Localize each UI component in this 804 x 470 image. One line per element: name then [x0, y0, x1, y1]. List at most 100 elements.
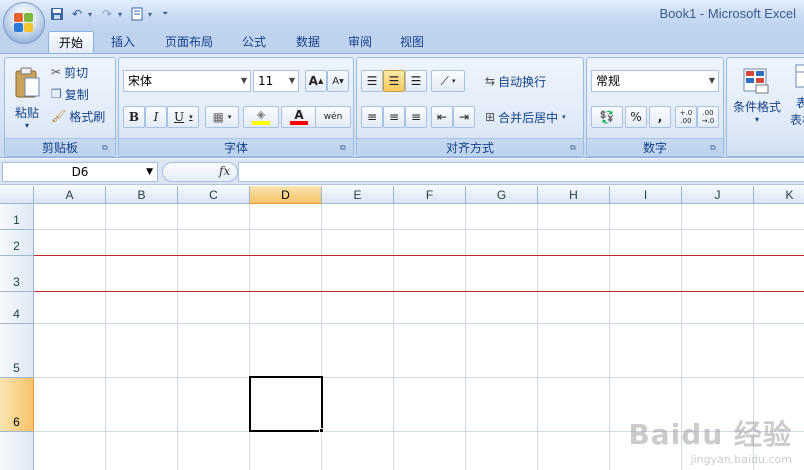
font-color-icon: A [294, 108, 304, 122]
row-header-3[interactable]: 3 [0, 256, 34, 292]
font-size-combo[interactable]: 11 ▼ [253, 70, 299, 92]
decrease-decimal-button[interactable]: .00 →.0 [697, 106, 719, 128]
name-box[interactable]: D6 ▼ [2, 162, 158, 182]
currency-button[interactable]: 💱 [591, 106, 623, 128]
row-header-6[interactable]: 6 [0, 378, 34, 432]
paste-button[interactable]: 粘贴 ▾ [9, 60, 45, 136]
tab-view[interactable]: 视图 [390, 31, 434, 53]
middle-align-button[interactable]: ☰ [383, 70, 405, 92]
print-preview-icon[interactable] [128, 5, 146, 23]
borders-button[interactable]: ▦ ▾ [205, 106, 239, 128]
format-as-table-button[interactable]: 表 表格 [787, 64, 804, 128]
phonetic-button[interactable]: wén [315, 106, 351, 128]
orientation-button[interactable]: ⟋ ▾ [431, 70, 465, 92]
select-all-corner[interactable] [0, 186, 34, 204]
chevron-down-icon: ▾ [189, 113, 193, 121]
column-header-c[interactable]: C [178, 186, 250, 204]
scissors-icon: ✂ [51, 65, 62, 79]
chevron-down-icon: ▾ [451, 77, 456, 85]
copy-button[interactable]: ❐ 复制 [51, 84, 89, 104]
wrap-text-label: 自动换行 [498, 74, 547, 89]
column-header-f[interactable]: F [394, 186, 466, 204]
cut-button[interactable]: ✂ 剪切 [51, 62, 88, 82]
column-header-k[interactable]: K [754, 186, 804, 204]
column-header-d[interactable]: D [250, 186, 322, 204]
fill-color-button[interactable]: ◈ [243, 106, 279, 128]
top-align-button[interactable]: ☰ [361, 70, 383, 92]
customize-icon[interactable]: ⏷ [162, 9, 170, 19]
watermark-url: jingyan.baidu.com [690, 453, 792, 466]
column-header-e[interactable]: E [322, 186, 394, 204]
clipboard-launcher-icon[interactable]: ⧉ [102, 143, 112, 153]
format-painter-icon: 🖌 [51, 109, 67, 123]
undo-icon[interactable]: ↶ [68, 5, 86, 23]
chevron-down-icon: ▼ [240, 76, 247, 85]
bottom-align-icon: ☰ [410, 74, 422, 88]
percent-button[interactable]: % [625, 106, 647, 128]
number-format-combo[interactable]: 常规 ▼ [591, 70, 719, 92]
row-header-4[interactable]: 4 [0, 292, 34, 324]
column-header-a[interactable]: A [34, 186, 106, 204]
insert-function-button[interactable]: fx [219, 164, 230, 178]
tab-page-layout[interactable]: 页面布局 [156, 31, 222, 53]
align-center-button[interactable]: ≡ [383, 106, 405, 128]
conditional-format-label: 条件格式 [732, 100, 781, 114]
column-header-h[interactable]: H [538, 186, 610, 204]
tab-review[interactable]: 审阅 [338, 31, 382, 53]
tab-data[interactable]: 数据 [286, 31, 330, 53]
ribbon: 粘贴 ▾ ✂ 剪切 ❐ 复制 🖌 格式刷 剪贴板 ⧉ 宋体 ▼ 11 ▼ A▲ [0, 53, 804, 158]
column-header-i[interactable]: I [610, 186, 682, 204]
conditional-format-button[interactable]: 条件格式 ▾ [729, 64, 785, 128]
grow-font-button[interactable]: A ▲ [305, 70, 327, 92]
undo-dropdown-icon[interactable]: ▾ [88, 10, 96, 19]
row-header-1[interactable]: 1 [0, 204, 34, 230]
save-icon[interactable] [48, 5, 66, 23]
shrink-font-button[interactable]: A ▼ [327, 70, 349, 92]
decrease-indent-button[interactable]: ⇤ [431, 106, 453, 128]
borders-icon: ▦ [212, 110, 224, 124]
fill-bucket-icon: ◈ [256, 108, 266, 121]
print-dropdown-icon[interactable]: ▾ [148, 10, 156, 19]
watermark: Baidu 经验 jingyan.baidu.com [628, 413, 792, 466]
row-header-2[interactable]: 2 [0, 230, 34, 256]
cut-label: 剪切 [64, 65, 89, 80]
wrap-text-button[interactable]: ⇆ 自动换行 [485, 70, 546, 92]
grow-font-label: A [308, 74, 318, 88]
row-header-5[interactable]: 5 [0, 324, 34, 378]
column-header-g[interactable]: G [466, 186, 538, 204]
table-label: 表格 [789, 113, 804, 127]
bottom-align-button[interactable]: ☰ [405, 70, 427, 92]
font-color-button[interactable]: A [281, 106, 317, 128]
fill-handle[interactable] [319, 428, 324, 433]
active-cell-d6[interactable] [249, 376, 323, 432]
column-header-b[interactable]: B [106, 186, 178, 204]
top-align-icon: ☰ [366, 74, 378, 88]
align-right-button[interactable]: ≡ [405, 106, 427, 128]
align-left-button[interactable]: ≡ [361, 106, 383, 128]
bold-button[interactable]: B [123, 106, 145, 128]
format-painter-button[interactable]: 🖌 格式刷 [51, 106, 105, 126]
alignment-launcher-icon[interactable]: ⧉ [570, 143, 580, 153]
italic-button[interactable]: I [145, 106, 167, 128]
office-button[interactable] [3, 2, 45, 44]
formula-input[interactable] [238, 162, 804, 182]
tab-insert[interactable]: 插入 [100, 31, 146, 53]
tab-formulas[interactable]: 公式 [232, 31, 276, 53]
window-title: Book1 - Microsoft Excel [659, 6, 796, 21]
phonetic-label: wén [323, 112, 343, 122]
font-name-combo[interactable]: 宋体 ▼ [123, 70, 251, 92]
increase-indent-button[interactable]: ⇥ [453, 106, 475, 128]
redo-icon[interactable]: ↷ [98, 5, 116, 23]
chevron-down-icon: ▾ [754, 115, 759, 124]
row-header-7[interactable] [0, 432, 34, 470]
underline-button[interactable]: U ▾ [167, 106, 199, 128]
number-launcher-icon[interactable]: ⧉ [710, 143, 720, 153]
tab-home[interactable]: 开始 [48, 31, 94, 53]
merge-center-button[interactable]: ⊞ 合并后居中 ▾ [485, 106, 566, 128]
font-launcher-icon[interactable]: ⧉ [340, 143, 350, 153]
decrease-decimal-label: .00 →.0 [701, 109, 715, 125]
column-header-j[interactable]: J [682, 186, 754, 204]
increase-decimal-button[interactable]: +.0 .00 [675, 106, 697, 128]
comma-button[interactable]: , [649, 106, 671, 128]
redo-dropdown-icon[interactable]: ▾ [118, 10, 126, 19]
